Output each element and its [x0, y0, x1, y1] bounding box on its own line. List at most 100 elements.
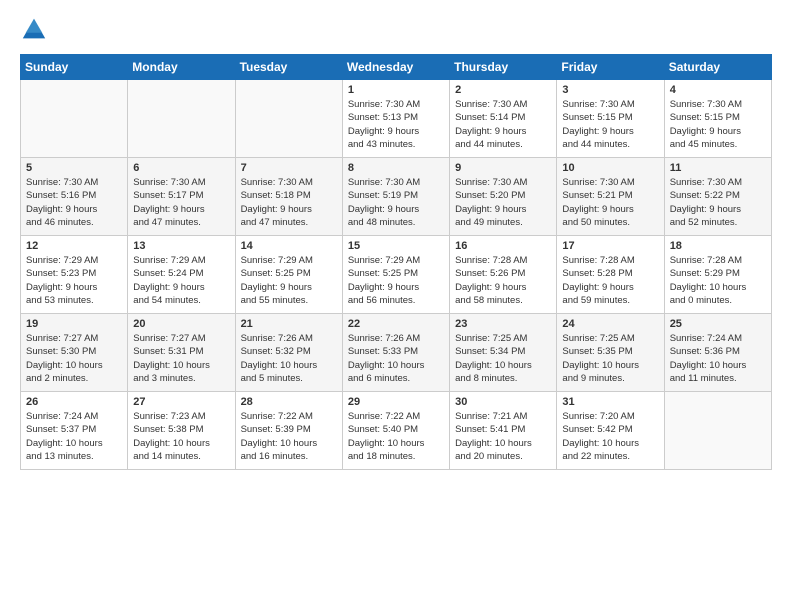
day-number: 3 [562, 84, 658, 96]
day-number: 19 [26, 318, 122, 330]
day-cell: 25Sunrise: 7:24 AM Sunset: 5:36 PM Dayli… [664, 314, 771, 392]
day-cell: 5 Sunrise: 7:30 AM Sunset: 5:16 PM Daylig… [21, 158, 128, 236]
day-number: 20 [133, 318, 229, 330]
day-cell: 27 Sunrise: 7:23 AM Sunset: 5:38 PM Dayli… [128, 392, 235, 470]
day-number: 12 [26, 240, 122, 252]
calendar-container: SundayMondayTuesdayWednesdayThursdayFrid… [0, 0, 792, 480]
day-number: 30 [455, 396, 551, 408]
day-cell [664, 392, 771, 470]
day-number: 21 [241, 318, 337, 330]
day-number: 14 [241, 240, 337, 252]
day-info: Sunrise: 7:25 AM Sunset: 5:35 PM Dayligh… [562, 332, 658, 385]
weekday-header-wednesday: Wednesday [342, 55, 449, 80]
day-cell: 22 Sunrise: 7:26 AM Sunset: 5:33 PM Dayli… [342, 314, 449, 392]
day-info: Sunrise: 7:22 AM Sunset: 5:40 PM Dayligh… [348, 410, 444, 463]
weekday-header-thursday: Thursday [450, 55, 557, 80]
day-cell [235, 80, 342, 158]
day-cell: 13 Sunrise: 7:29 AM Sunset: 5:24 PM Dayli… [128, 236, 235, 314]
day-info: Sunrise: 7:29 AM Sunset: 5:25 PM Dayligh… [241, 254, 337, 307]
day-info: Sunrise: 7:25 AM Sunset: 5:34 PM Dayligh… [455, 332, 551, 385]
day-cell: 7Sunrise: 7:30 AM Sunset: 5:18 PM Daylig… [235, 158, 342, 236]
day-cell: 31 Sunrise: 7:20 AM Sunset: 5:42 PM Dayli… [557, 392, 664, 470]
day-info: Sunrise: 7:30 AM Sunset: 5:15 PM Dayligh… [562, 98, 658, 151]
day-cell: 2 Sunrise: 7:30 AM Sunset: 5:14 PM Daylig… [450, 80, 557, 158]
weekday-header-monday: Monday [128, 55, 235, 80]
day-number: 8 [348, 162, 444, 174]
day-info: Sunrise: 7:30 AM Sunset: 5:13 PM Dayligh… [348, 98, 444, 151]
day-info: Sunrise: 7:21 AM Sunset: 5:41 PM Dayligh… [455, 410, 551, 463]
day-number: 10 [562, 162, 658, 174]
day-cell: 18 Sunrise: 7:28 AM Sunset: 5:29 PM Dayli… [664, 236, 771, 314]
logo-icon [20, 16, 48, 44]
day-cell: 17Sunrise: 7:28 AM Sunset: 5:28 PM Dayli… [557, 236, 664, 314]
day-number: 15 [348, 240, 444, 252]
week-row-2: 5 Sunrise: 7:30 AM Sunset: 5:16 PM Daylig… [21, 158, 772, 236]
weekday-header-sunday: Sunday [21, 55, 128, 80]
day-number: 2 [455, 84, 551, 96]
weekday-header-saturday: Saturday [664, 55, 771, 80]
day-number: 25 [670, 318, 766, 330]
weekday-header-row: SundayMondayTuesdayWednesdayThursdayFrid… [21, 55, 772, 80]
day-info: Sunrise: 7:27 AM Sunset: 5:31 PM Dayligh… [133, 332, 229, 385]
day-cell: 4 Sunrise: 7:30 AM Sunset: 5:15 PM Daylig… [664, 80, 771, 158]
week-row-3: 12 Sunrise: 7:29 AM Sunset: 5:23 PM Dayli… [21, 236, 772, 314]
day-cell: 30 Sunrise: 7:21 AM Sunset: 5:41 PM Dayli… [450, 392, 557, 470]
day-info: Sunrise: 7:22 AM Sunset: 5:39 PM Dayligh… [241, 410, 337, 463]
day-info: Sunrise: 7:28 AM Sunset: 5:28 PM Dayligh… [562, 254, 658, 307]
day-number: 24 [562, 318, 658, 330]
day-info: Sunrise: 7:30 AM Sunset: 5:19 PM Dayligh… [348, 176, 444, 229]
day-cell: 11Sunrise: 7:30 AM Sunset: 5:22 PM Dayli… [664, 158, 771, 236]
day-number: 4 [670, 84, 766, 96]
day-info: Sunrise: 7:30 AM Sunset: 5:21 PM Dayligh… [562, 176, 658, 229]
day-number: 28 [241, 396, 337, 408]
day-number: 27 [133, 396, 229, 408]
day-info: Sunrise: 7:30 AM Sunset: 5:20 PM Dayligh… [455, 176, 551, 229]
day-cell: 12 Sunrise: 7:29 AM Sunset: 5:23 PM Dayli… [21, 236, 128, 314]
day-number: 13 [133, 240, 229, 252]
day-cell: 20 Sunrise: 7:27 AM Sunset: 5:31 PM Dayli… [128, 314, 235, 392]
day-number: 11 [670, 162, 766, 174]
weekday-header-tuesday: Tuesday [235, 55, 342, 80]
day-info: Sunrise: 7:30 AM Sunset: 5:16 PM Dayligh… [26, 176, 122, 229]
day-info: Sunrise: 7:30 AM Sunset: 5:18 PM Dayligh… [241, 176, 337, 229]
day-info: Sunrise: 7:27 AM Sunset: 5:30 PM Dayligh… [26, 332, 122, 385]
day-info: Sunrise: 7:28 AM Sunset: 5:26 PM Dayligh… [455, 254, 551, 307]
day-cell: 10 Sunrise: 7:30 AM Sunset: 5:21 PM Dayli… [557, 158, 664, 236]
day-info: Sunrise: 7:28 AM Sunset: 5:29 PM Dayligh… [670, 254, 766, 307]
day-cell [21, 80, 128, 158]
day-info: Sunrise: 7:30 AM Sunset: 5:17 PM Dayligh… [133, 176, 229, 229]
day-info: Sunrise: 7:24 AM Sunset: 5:37 PM Dayligh… [26, 410, 122, 463]
day-info: Sunrise: 7:23 AM Sunset: 5:38 PM Dayligh… [133, 410, 229, 463]
day-number: 5 [26, 162, 122, 174]
day-cell: 3 Sunrise: 7:30 AM Sunset: 5:15 PM Daylig… [557, 80, 664, 158]
day-cell: 15 Sunrise: 7:29 AM Sunset: 5:25 PM Dayli… [342, 236, 449, 314]
day-number: 1 [348, 84, 444, 96]
header [20, 16, 772, 44]
weekday-header-friday: Friday [557, 55, 664, 80]
day-info: Sunrise: 7:20 AM Sunset: 5:42 PM Dayligh… [562, 410, 658, 463]
day-info: Sunrise: 7:29 AM Sunset: 5:25 PM Dayligh… [348, 254, 444, 307]
logo [20, 16, 52, 44]
day-number: 22 [348, 318, 444, 330]
day-info: Sunrise: 7:26 AM Sunset: 5:33 PM Dayligh… [348, 332, 444, 385]
day-number: 9 [455, 162, 551, 174]
day-info: Sunrise: 7:29 AM Sunset: 5:24 PM Dayligh… [133, 254, 229, 307]
week-row-1: 1 Sunrise: 7:30 AM Sunset: 5:13 PM Daylig… [21, 80, 772, 158]
day-number: 31 [562, 396, 658, 408]
day-cell: 28 Sunrise: 7:22 AM Sunset: 5:39 PM Dayli… [235, 392, 342, 470]
day-cell: 16Sunrise: 7:28 AM Sunset: 5:26 PM Dayli… [450, 236, 557, 314]
day-cell: 26Sunrise: 7:24 AM Sunset: 5:37 PM Dayli… [21, 392, 128, 470]
day-cell: 9 Sunrise: 7:30 AM Sunset: 5:20 PM Daylig… [450, 158, 557, 236]
week-row-4: 19 Sunrise: 7:27 AM Sunset: 5:30 PM Dayli… [21, 314, 772, 392]
day-info: Sunrise: 7:30 AM Sunset: 5:14 PM Dayligh… [455, 98, 551, 151]
day-cell: 1 Sunrise: 7:30 AM Sunset: 5:13 PM Daylig… [342, 80, 449, 158]
calendar-table: SundayMondayTuesdayWednesdayThursdayFrid… [20, 54, 772, 470]
day-number: 23 [455, 318, 551, 330]
day-number: 18 [670, 240, 766, 252]
week-row-5: 26Sunrise: 7:24 AM Sunset: 5:37 PM Dayli… [21, 392, 772, 470]
day-cell: 21Sunrise: 7:26 AM Sunset: 5:32 PM Dayli… [235, 314, 342, 392]
day-info: Sunrise: 7:30 AM Sunset: 5:15 PM Dayligh… [670, 98, 766, 151]
day-cell: 8 Sunrise: 7:30 AM Sunset: 5:19 PM Daylig… [342, 158, 449, 236]
day-cell: 6Sunrise: 7:30 AM Sunset: 5:17 PM Daylig… [128, 158, 235, 236]
day-info: Sunrise: 7:29 AM Sunset: 5:23 PM Dayligh… [26, 254, 122, 307]
